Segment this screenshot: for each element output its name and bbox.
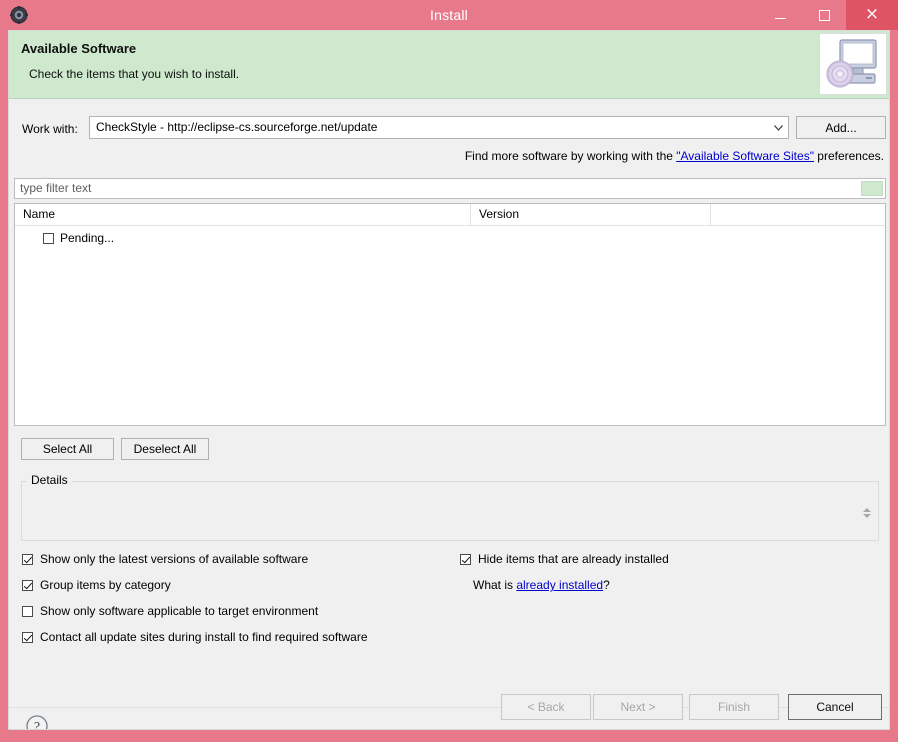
column-header-name[interactable]: Name: [15, 204, 471, 225]
whatis-suffix: ?: [603, 578, 610, 592]
svg-text:?: ?: [34, 720, 40, 730]
filter-input[interactable]: type filter text: [20, 179, 855, 198]
work-with-value: CheckStyle - http://eclipse-cs.sourcefor…: [96, 120, 378, 134]
next-button[interactable]: Next >: [593, 694, 683, 720]
option-label: Hide items that are already installed: [478, 552, 669, 566]
already-installed-link[interactable]: already installed: [516, 578, 603, 592]
option-checkbox[interactable]: [22, 605, 33, 617]
computer-disc-icon: [819, 33, 887, 95]
minimize-button[interactable]: [758, 0, 802, 30]
clear-filter-icon[interactable]: [861, 181, 883, 196]
maximize-button[interactable]: [802, 0, 846, 30]
page-title: Available Software: [21, 41, 137, 56]
whatis-prefix: What is: [473, 578, 517, 592]
finish-button[interactable]: Finish: [689, 694, 779, 720]
select-all-button[interactable]: Select All: [21, 438, 114, 460]
page-subtitle: Check the items that you wish to install…: [29, 67, 240, 81]
option-label: Show only software applicable to target …: [40, 604, 319, 618]
add-site-button[interactable]: Add...: [796, 116, 886, 139]
maximize-icon: [818, 9, 830, 21]
find-more-software-text: Find more software by working with the "…: [465, 149, 884, 163]
install-dialog-window: Install × Available Software Check the i…: [0, 0, 898, 742]
what-is-already-installed-text: What is already installed?: [473, 578, 610, 592]
option-checkbox[interactable]: [460, 553, 471, 565]
close-button[interactable]: ×: [846, 0, 898, 30]
option-show-latest-versions[interactable]: Show only the latest versions of availab…: [22, 552, 308, 566]
back-button[interactable]: < Back: [501, 694, 591, 720]
option-checkbox[interactable]: [22, 579, 33, 591]
option-show-target-environment[interactable]: Show only software applicable to target …: [22, 604, 318, 618]
option-label: Contact all update sites during install …: [40, 630, 368, 644]
table-row-label: Pending...: [60, 231, 115, 245]
help-icon[interactable]: ?: [25, 714, 49, 730]
option-checkbox[interactable]: [22, 631, 33, 643]
find-more-suffix: preferences.: [813, 149, 884, 163]
spinner-down-icon[interactable]: [862, 514, 871, 518]
option-group-by-category[interactable]: Group items by category: [22, 578, 171, 592]
option-label: Show only the latest versions of availab…: [40, 552, 309, 566]
title-bar: Install ×: [0, 0, 898, 30]
chevron-down-icon[interactable]: [768, 117, 788, 138]
table-header-row: Name Version: [15, 204, 885, 226]
spinner-up-icon[interactable]: [862, 508, 871, 512]
table-row[interactable]: Pending...: [15, 228, 885, 248]
find-more-prefix: Find more software by working with the: [464, 149, 677, 163]
details-label: Details: [27, 473, 72, 487]
details-group: [21, 481, 879, 541]
option-contact-update-sites[interactable]: Contact all update sites during install …: [22, 630, 368, 644]
details-spinner[interactable]: [861, 504, 872, 522]
available-software-table[interactable]: Name Version Pending...: [14, 203, 886, 426]
column-header-version[interactable]: Version: [471, 204, 711, 225]
work-with-label: Work with:: [22, 122, 78, 136]
filter-field[interactable]: type filter text: [14, 178, 886, 199]
minimize-icon: [774, 18, 786, 19]
option-hide-already-installed[interactable]: Hide items that are already installed: [460, 552, 669, 566]
column-header-extra[interactable]: [711, 204, 885, 225]
close-icon: ×: [864, 3, 880, 24]
cancel-button[interactable]: Cancel: [788, 694, 882, 720]
work-with-combobox[interactable]: CheckStyle - http://eclipse-cs.sourcefor…: [89, 116, 789, 139]
deselect-all-button[interactable]: Deselect All: [121, 438, 209, 460]
available-software-sites-link[interactable]: "Available Software Sites": [676, 149, 814, 163]
row-checkbox[interactable]: [43, 232, 54, 244]
option-label: Group items by category: [40, 578, 171, 592]
option-checkbox[interactable]: [22, 553, 33, 565]
banner: Available Software Check the items that …: [9, 31, 889, 99]
dialog-client-area: Available Software Check the items that …: [8, 30, 890, 730]
table-row-name-cell[interactable]: Pending...: [43, 228, 114, 248]
